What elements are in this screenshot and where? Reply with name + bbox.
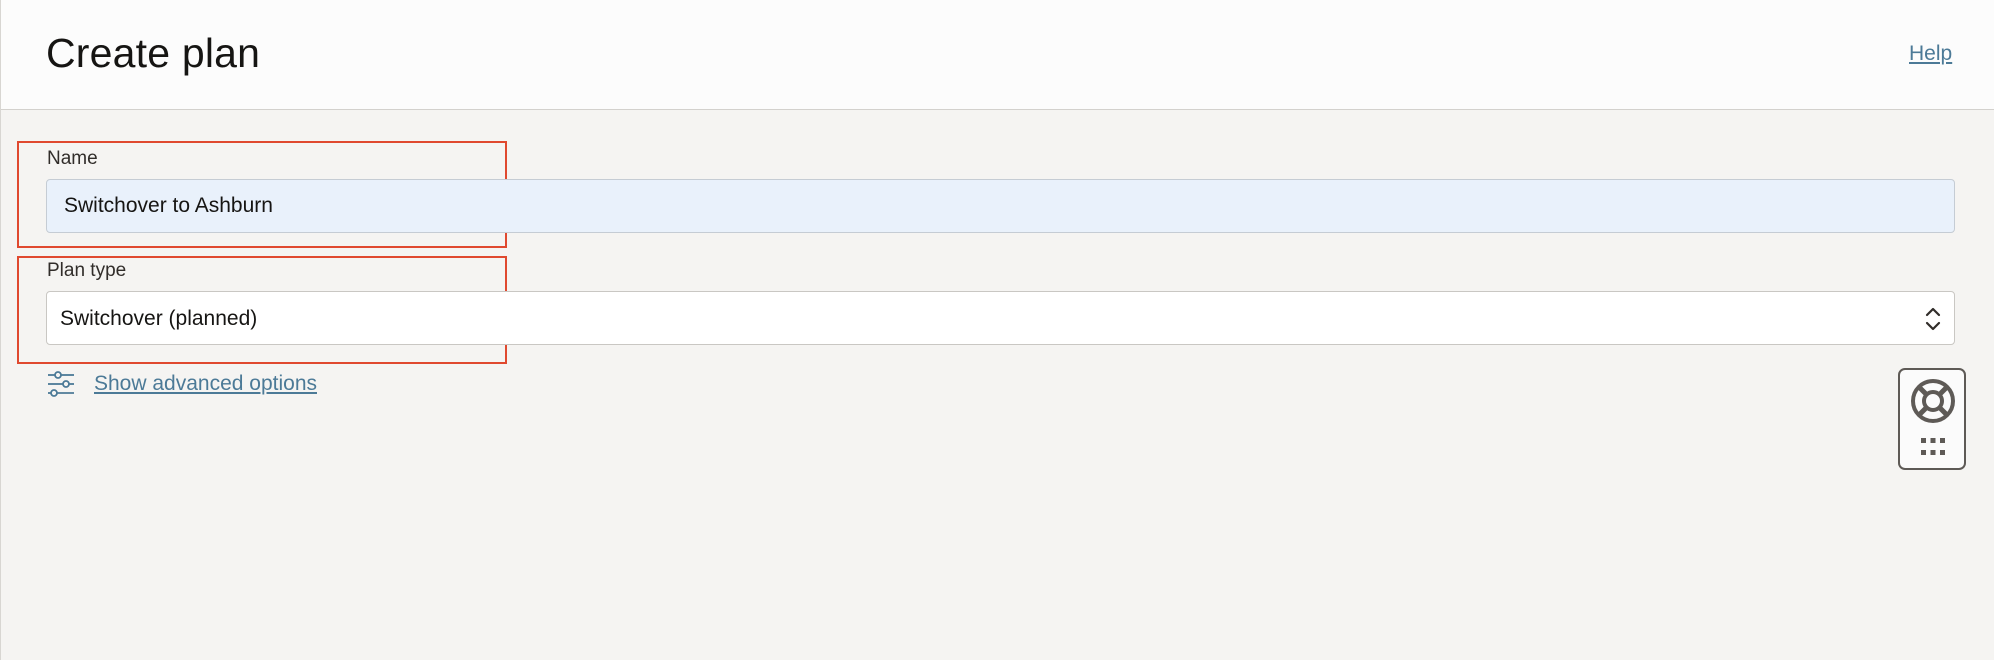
plan-type-label: Plan type [47, 260, 127, 281]
grid-icon [1921, 438, 1945, 455]
lifebuoy-icon [1911, 379, 1955, 423]
sliders-icon [48, 371, 74, 397]
page-header: Create plan Help [1, 0, 1994, 110]
page-title: Create plan [46, 30, 261, 76]
help-widget[interactable] [1898, 368, 1966, 470]
chevron-updown-icon [1925, 307, 1941, 331]
plan-type-selected-value: Switchover (planned) [60, 307, 258, 330]
show-advanced-options[interactable]: Show advanced options [46, 369, 317, 399]
name-label: Name [47, 148, 98, 169]
plan-type-select[interactable]: Switchover (planned) [46, 291, 1955, 345]
name-input[interactable] [46, 179, 1955, 233]
show-advanced-options-link[interactable]: Show advanced options [94, 372, 317, 396]
help-link[interactable]: Help [1909, 42, 1952, 66]
create-plan-page: Create plan Help Name Plan type Switchov… [0, 0, 1994, 660]
